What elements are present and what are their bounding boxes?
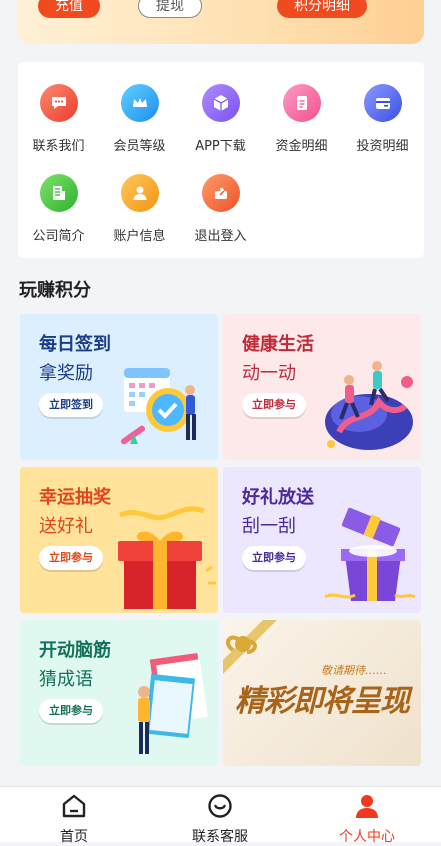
company-icon: [39, 174, 78, 212]
tile-title: 健康生活: [242, 334, 314, 355]
join-button[interactable]: 立即参与: [39, 546, 103, 570]
coming-soon-text: 精彩即将呈现: [235, 684, 410, 719]
menu-label: 公司简介: [32, 229, 85, 244]
checkin-button[interactable]: 立即签到: [39, 393, 103, 417]
menu-item-company[interactable]: 公司简介: [18, 174, 99, 244]
user-icon: [120, 174, 159, 212]
menu-label: 退出登入: [194, 229, 247, 244]
chat-icon: [39, 84, 78, 122]
tile-healthy-life[interactable]: 健康生活 动一动 立即参与: [223, 314, 421, 460]
runners-illustration: [325, 361, 413, 450]
tile-subtitle: 刮一刮: [242, 516, 296, 537]
tile-coming-soon: 敬请期待…… 精彩即将呈现: [223, 620, 421, 766]
withdraw-button[interactable]: 提现: [138, 0, 202, 18]
nav-label: 联系客服: [192, 829, 248, 845]
menu-item-funds-detail[interactable]: 资金明细: [261, 84, 342, 154]
tile-title: 幸运抽奖: [39, 487, 111, 508]
menu-label: 联系我们: [32, 139, 85, 154]
books-illustration: [138, 652, 208, 754]
tile-title: 每日签到: [39, 334, 111, 355]
bottom-navigation: 首页 联系客服 个人中心: [0, 786, 441, 845]
join-button[interactable]: 立即参与: [242, 393, 306, 417]
account-banner: 充值 提现 积分明细: [18, 0, 424, 44]
nav-label: 个人中心: [339, 829, 395, 845]
menu-item-contact[interactable]: 联系我们: [18, 84, 99, 154]
menu-label: 资金明细: [275, 139, 328, 154]
wallet-icon: [363, 84, 402, 122]
join-button[interactable]: 立即参与: [39, 699, 103, 723]
tile-lucky-draw[interactable]: 幸运抽奖 送好礼 立即参与: [20, 467, 218, 613]
menu-item-logout[interactable]: 退出登入: [180, 174, 261, 244]
menu-item-account-info[interactable]: 账户信息: [99, 174, 180, 244]
function-menu: 联系我们 会员等级 APP下载 资金明细 投资明细 公司简介 账户信息 退出登入: [18, 62, 424, 258]
tile-subtitle: 猜成语: [39, 669, 93, 690]
menu-label: 会员等级: [113, 139, 166, 154]
menu-label: 账户信息: [113, 229, 166, 244]
recharge-button[interactable]: 充值: [38, 0, 100, 18]
tile-title: 好礼放送: [242, 487, 314, 508]
tile-title: 开动脑筋: [39, 640, 111, 661]
smile-icon: [208, 794, 232, 818]
tile-idiom-game[interactable]: 开动脑筋 猜成语 立即参与: [20, 620, 218, 766]
tile-daily-checkin[interactable]: 每日签到 拿奖励 立即签到: [20, 314, 218, 460]
tile-subtitle: 动一动: [242, 363, 296, 384]
ribbon-bow-icon: [223, 620, 277, 674]
box-icon: [201, 84, 240, 122]
menu-label: 投资明细: [356, 139, 409, 154]
menu-item-membership[interactable]: 会员等级: [99, 84, 180, 154]
tile-subtitle: 送好礼: [39, 516, 93, 537]
person-icon: [356, 795, 378, 818]
menu-label: APP下载: [195, 139, 246, 154]
tile-gift-giveaway[interactable]: 好礼放送 刮一刮 立即参与: [223, 467, 421, 613]
share-icon: [201, 174, 240, 212]
section-title: 玩赚积分: [19, 280, 91, 301]
open-gift-illustration: [324, 507, 416, 601]
menu-item-investment-detail[interactable]: 投资明细: [342, 84, 423, 154]
home-icon: [62, 794, 86, 818]
join-button[interactable]: 立即参与: [242, 546, 306, 570]
document-icon: [282, 84, 321, 122]
nav-personal-center[interactable]: 个人中心: [307, 793, 427, 846]
tile-subtitle: 拿奖励: [39, 363, 93, 384]
gift-box-illustration: [118, 506, 216, 609]
nav-home[interactable]: 首页: [14, 793, 134, 846]
crown-icon: [120, 84, 159, 122]
calendar-illustration: [120, 368, 196, 445]
nav-customer-service[interactable]: 联系客服: [160, 793, 280, 846]
nav-label: 首页: [60, 829, 88, 845]
menu-item-app-download[interactable]: APP下载: [180, 84, 261, 154]
points-detail-button[interactable]: 积分明细: [277, 0, 367, 18]
